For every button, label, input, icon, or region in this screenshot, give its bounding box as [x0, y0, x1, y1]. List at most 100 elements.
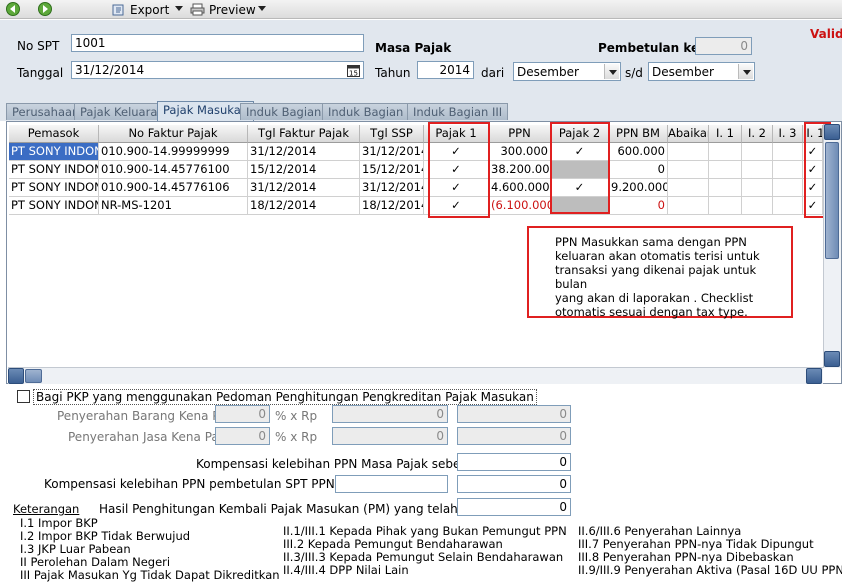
column-header-abaikan[interactable]: Abaikan [668, 125, 709, 143]
jasa-percent-input[interactable]: 0 [215, 427, 270, 445]
cell-i1[interactable] [709, 179, 742, 197]
cell-i3[interactable] [773, 179, 803, 197]
cell-abaikan[interactable] [668, 143, 709, 161]
cell-ppn-bm[interactable]: 0 [609, 161, 668, 179]
cell-abaikan[interactable] [668, 161, 709, 179]
scroll-h-thumb[interactable] [25, 369, 42, 383]
cell-ppn-bm[interactable]: 0 [609, 197, 668, 215]
legend-item: II.9/III.9 Penyerahan Aktiva (Pasal 16D … [578, 563, 842, 577]
vertical-scrollbar[interactable] [823, 124, 841, 368]
legend-item: II.3/III.3 Kepada Pemungut Selain Bendah… [283, 550, 564, 564]
pembetulan-input[interactable]: 0 [695, 37, 752, 55]
cell-ppn-bm[interactable]: 600.000 [609, 143, 668, 161]
scroll-thumb[interactable] [825, 142, 839, 259]
jasa-rp-input[interactable]: 0 [332, 427, 448, 445]
kompensasi-sebelum-input[interactable]: 0 [457, 453, 571, 471]
export-button[interactable]: Export [112, 2, 169, 17]
barang-percent-input[interactable]: 0 [215, 405, 270, 423]
cell-no-faktur[interactable]: 010.900-14.45776100 [99, 161, 248, 179]
cell-tgl-ssp[interactable]: 18/12/2014 [360, 197, 424, 215]
cell-i1[interactable] [709, 197, 742, 215]
cell-i3[interactable] [773, 143, 803, 161]
hasil-input[interactable]: 0 [457, 498, 571, 516]
no-spt-input[interactable]: 1001 [71, 34, 364, 52]
cell-tgl-ssp[interactable]: 31/12/2014 [360, 143, 424, 161]
column-header-no-faktur[interactable]: No Faktur Pajak [99, 125, 248, 143]
pkp-checkbox-label[interactable]: Bagi PKP yang menggunakan Pedoman Penghi… [33, 389, 537, 405]
tanggal-input[interactable]: 31/12/2014 15 [71, 61, 364, 79]
scroll-up-icon[interactable] [824, 124, 840, 140]
cell-ppn[interactable]: 4.600.000 [489, 179, 551, 197]
tab-induk-bagian-ii[interactable]: Induk Bagian II [322, 103, 420, 120]
cell-pemasok[interactable]: PT SONY INDONESIA [9, 197, 99, 215]
tab-induk-bagian-iii[interactable]: Induk Bagian III [407, 103, 509, 120]
chevron-down-icon[interactable] [604, 64, 619, 79]
column-header-i1[interactable]: I. 1 [709, 125, 742, 143]
preview-dropdown-icon[interactable] [258, 6, 266, 11]
jasa-label: Penyerahan Jasa Kena Pajak [68, 430, 237, 444]
cell-pemasok[interactable]: PT SONY INDONESIA [9, 179, 99, 197]
legend-item: II.6/III.6 Penyerahan Lainnya [578, 524, 742, 538]
cell-i2[interactable] [742, 197, 773, 215]
chevron-down-icon[interactable] [738, 64, 753, 79]
cell-tgl-ssp[interactable]: 15/12/2014 [360, 161, 424, 179]
export-dropdown-icon[interactable] [175, 6, 183, 11]
cell-tgl-faktur[interactable]: 31/12/2014 [248, 143, 360, 161]
barang-total-input[interactable]: 0 [457, 405, 571, 423]
preview-button[interactable]: Preview [190, 2, 256, 17]
tab-induk-bagian-i[interactable]: Induk Bagian I [240, 103, 335, 120]
column-header-pemasok[interactable]: Pemasok [9, 125, 99, 143]
forward-arrow-icon[interactable] [36, 2, 54, 16]
cell-pemasok[interactable]: PT SONY INDONESIA [9, 161, 99, 179]
cell-i2[interactable] [742, 161, 773, 179]
legend-item: III.7 Penyerahan PPN-nya Tidak Dipungut [578, 537, 814, 551]
cell-no-faktur[interactable]: 010.900-14.45776106 [99, 179, 248, 197]
calendar-icon[interactable]: 15 [347, 64, 360, 77]
legend-title: Keterangan [13, 502, 80, 516]
column-header-tgl-ssp[interactable]: Tgl SSP [360, 125, 424, 143]
dari-select[interactable]: Desember [513, 62, 621, 81]
cell-i2[interactable] [742, 143, 773, 161]
legend-item: II.4/III.4 DPP Nilai Lain [283, 563, 409, 577]
column-header-ppn-bm[interactable]: PPN BM [609, 125, 668, 143]
cell-tgl-ssp[interactable]: 31/12/2014 [360, 179, 424, 197]
cell-i2[interactable] [742, 179, 773, 197]
cell-ppn[interactable]: 300.000 [489, 143, 551, 161]
export-label: Export [130, 2, 170, 17]
cell-tgl-faktur[interactable]: 15/12/2014 [248, 161, 360, 179]
kompensasi-pembetulan-input[interactable]: 0 [457, 475, 571, 493]
back-arrow-icon[interactable] [4, 2, 22, 16]
cell-i3[interactable] [773, 161, 803, 179]
scroll-left-icon[interactable] [8, 368, 24, 384]
cell-i1[interactable] [709, 161, 742, 179]
cell-ppn[interactable]: (6.100.000) [489, 197, 551, 215]
scroll-right-icon[interactable] [806, 368, 822, 384]
no-spt-label: No SPT [17, 39, 60, 53]
cell-tgl-faktur[interactable]: 31/12/2014 [248, 179, 360, 197]
column-header-ppn[interactable]: PPN [489, 125, 551, 143]
cell-i1[interactable] [709, 143, 742, 161]
cell-pemasok[interactable]: PT SONY INDONESIA [9, 143, 99, 161]
jasa-total-input[interactable]: 0 [457, 427, 571, 445]
column-header-tgl-faktur[interactable]: Tgl Faktur Pajak [248, 125, 360, 143]
cell-abaikan[interactable] [668, 197, 709, 215]
barang-pct-rp-label: % x Rp [275, 409, 318, 423]
horizontal-scrollbar[interactable] [8, 367, 823, 384]
pkp-checkbox[interactable] [17, 390, 30, 403]
cell-ppn-bm[interactable]: 9.200.000 [609, 179, 668, 197]
barang-rp-input[interactable]: 0 [332, 405, 448, 423]
cell-no-faktur[interactable]: 010.900-14.99999999 [99, 143, 248, 161]
cell-abaikan[interactable] [668, 179, 709, 197]
legend-item: III.2 Kepada Pemungut Bendaharawan [283, 537, 503, 551]
column-header-i3[interactable]: I. 3 [773, 125, 803, 143]
tahun-input[interactable]: 2014 [417, 61, 474, 79]
cell-ppn[interactable]: 38.200.000 [489, 161, 551, 179]
scroll-down-icon[interactable] [824, 351, 840, 367]
cell-tgl-faktur[interactable]: 18/12/2014 [248, 197, 360, 215]
kompensasi-pembetulan-masa-input[interactable] [335, 475, 448, 493]
sd-select[interactable]: Desember [648, 62, 755, 81]
jasa-pct-rp-label: % x Rp [275, 430, 318, 444]
cell-i3[interactable] [773, 197, 803, 215]
cell-no-faktur[interactable]: NR-MS-1201 [99, 197, 248, 215]
column-header-i2[interactable]: I. 2 [742, 125, 773, 143]
